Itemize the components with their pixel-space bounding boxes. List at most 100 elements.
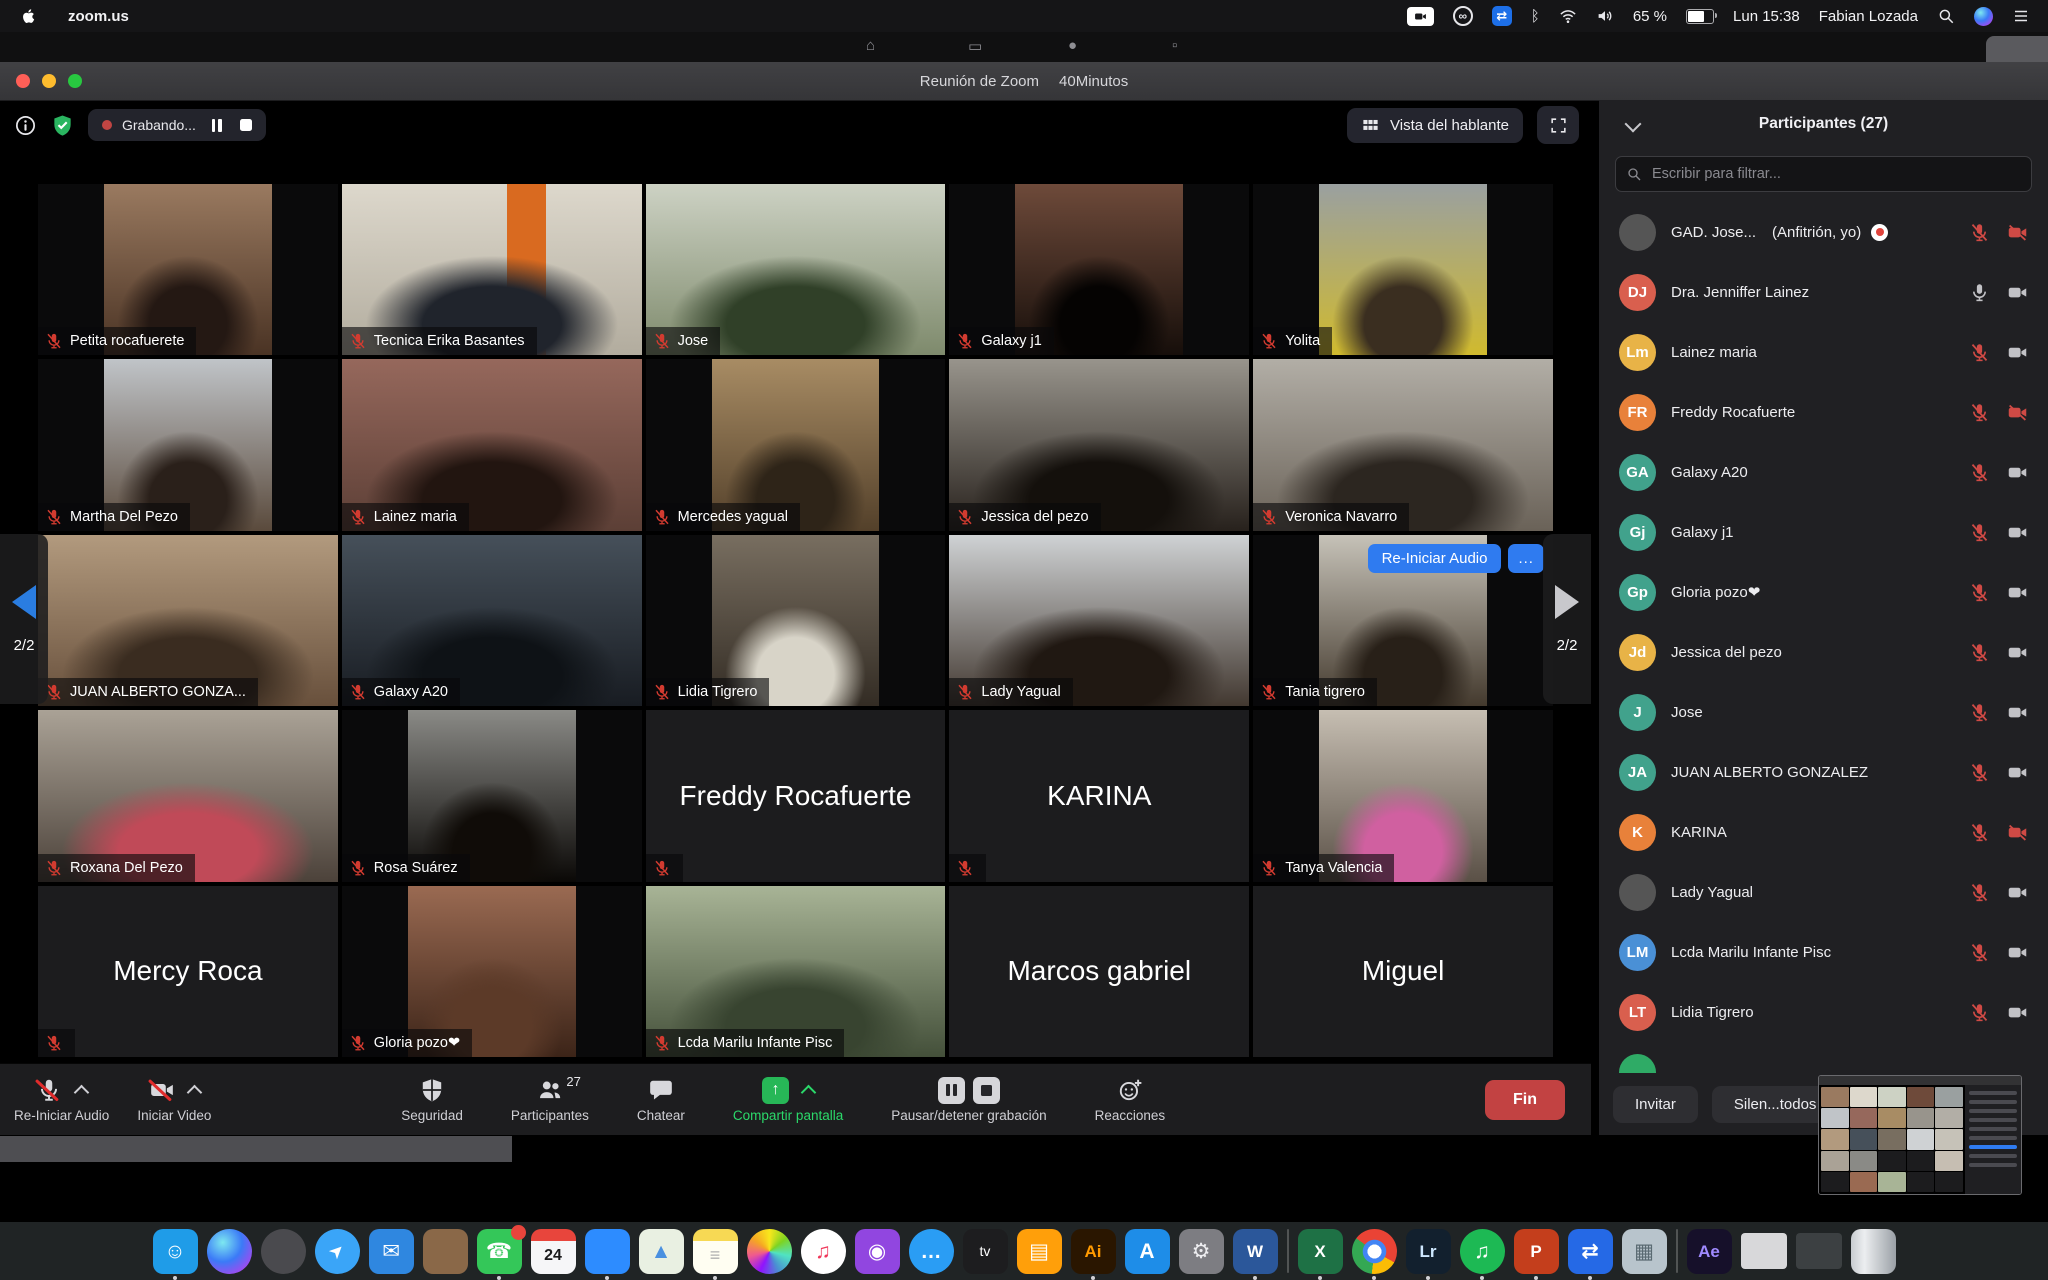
end-meeting-button[interactable]: Fin (1485, 1080, 1565, 1120)
dock-icon[interactable]: Lr (1406, 1229, 1451, 1274)
video-tile[interactable]: Gloria pozo❤ (342, 886, 642, 1057)
dock-icon[interactable]: Ae (1687, 1229, 1732, 1274)
video-tile[interactable]: Freddy Rocafuerte (646, 710, 946, 881)
video-tile[interactable]: Marcos gabriel (949, 886, 1249, 1057)
dock-icon[interactable]: ♫ (1460, 1229, 1505, 1274)
stop-recording-icon[interactable] (973, 1077, 1000, 1104)
menu-app-name[interactable]: zoom.us (68, 8, 129, 25)
video-tile[interactable]: Jessica del pezo (949, 359, 1249, 530)
speaker-view-button[interactable]: Vista del hablante (1347, 108, 1523, 143)
participant-row[interactable]: Gp Gloria pozo❤ (1599, 562, 2048, 622)
participant-row[interactable]: GAD. Jose... (Anfitrión, yo) (1599, 202, 2048, 262)
video-tile[interactable]: Galaxy j1 (949, 184, 1249, 355)
participant-row[interactable]: LM Lcda Marilu Infante Pisc (1599, 922, 2048, 982)
encryption-shield-icon[interactable] (51, 114, 74, 137)
pause-stop-recording-button[interactable]: Pausar/detener grabación (891, 1077, 1046, 1123)
participant-row[interactable]: Lm Lainez maria (1599, 322, 2048, 382)
participant-row[interactable]: Gj Galaxy j1 (1599, 502, 2048, 562)
participant-row[interactable]: Lady Yagual (1599, 862, 2048, 922)
dock-icon[interactable]: tv (963, 1229, 1008, 1274)
video-tile[interactable]: Galaxy A20 (342, 535, 642, 706)
participant-row[interactable]: LT Lidia Tigrero (1599, 982, 2048, 1042)
filter-input[interactable] (1650, 165, 2021, 183)
video-tile[interactable]: Miguel (1253, 886, 1553, 1057)
dock-icon[interactable]: ▤ (1017, 1229, 1062, 1274)
dock-icon[interactable]: Ai (1071, 1229, 1116, 1274)
picture-in-picture-preview[interactable] (1818, 1075, 2022, 1195)
dock-icon[interactable] (747, 1229, 792, 1274)
pause-recording-button[interactable] (212, 119, 222, 132)
adobe-cc-icon[interactable]: ∞ (1453, 6, 1473, 26)
participant-row[interactable]: JA JUAN ALBERTO GONZALEZ (1599, 742, 2048, 802)
video-tile[interactable]: Veronica Navarro (1253, 359, 1553, 530)
video-tile[interactable]: Tanya Valencia (1253, 710, 1553, 881)
reactions-button[interactable]: Reacciones (1095, 1077, 1166, 1123)
dock-icon[interactable]: ▦ (1622, 1229, 1667, 1274)
video-tile[interactable]: Lidia Tigrero (646, 535, 946, 706)
start-video-button[interactable]: Iniciar Video (137, 1077, 211, 1123)
dock-icon[interactable]: P (1514, 1229, 1559, 1274)
participant-row[interactable] (1599, 1042, 2048, 1073)
dock-icon[interactable] (207, 1229, 252, 1274)
wifi-icon[interactable] (1559, 7, 1577, 25)
share-screen-button[interactable]: ↑ Compartir pantalla (733, 1077, 843, 1123)
spotlight-search-icon[interactable] (1937, 7, 1955, 25)
participant-row[interactable]: DJ Dra. Jenniffer Lainez (1599, 262, 2048, 322)
dock-icon[interactable]: ✉ (369, 1229, 414, 1274)
video-tile[interactable]: Tania tigrero Re-Iniciar Audio ... (1253, 535, 1553, 706)
bluetooth-icon[interactable]: ᛒ (1531, 8, 1540, 25)
video-tile[interactable]: Lady Yagual (949, 535, 1249, 706)
share-options-chevron-icon[interactable] (801, 1084, 817, 1100)
dock-icon[interactable]: ▲ (639, 1229, 684, 1274)
previous-page-arrow-icon[interactable] (12, 585, 36, 619)
dock-icon[interactable] (1352, 1229, 1397, 1274)
participant-row[interactable]: Jd Jessica del pezo (1599, 622, 2048, 682)
apple-menu-icon[interactable] (18, 6, 38, 26)
invite-button[interactable]: Invitar (1613, 1086, 1698, 1123)
security-button[interactable]: Seguridad (401, 1077, 463, 1123)
dock-icon[interactable]: ➤ (315, 1229, 360, 1274)
next-page-arrow-icon[interactable] (1555, 585, 1579, 619)
dock-icon[interactable] (1287, 1229, 1289, 1273)
participant-row[interactable]: J Jose (1599, 682, 2048, 742)
dock-icon[interactable]: ☎ (477, 1229, 522, 1274)
video-options-chevron-icon[interactable] (187, 1084, 203, 1100)
previous-page-tab[interactable]: 2/2 (0, 534, 48, 704)
video-tile[interactable]: KARINA (949, 710, 1249, 881)
participants-button[interactable]: 27 Participantes (511, 1077, 589, 1123)
dock-icon[interactable]: ◉ (855, 1229, 900, 1274)
teamviewer-icon[interactable]: ⇄ (1492, 6, 1512, 26)
collapse-panel-chevron-icon[interactable] (1625, 116, 1642, 133)
dock-icon[interactable]: ⚙ (1179, 1229, 1224, 1274)
participant-row[interactable]: FR Freddy Rocafuerte (1599, 382, 2048, 442)
dock-icon[interactable]: ♫ (801, 1229, 846, 1274)
video-tile[interactable]: Tecnica Erika Basantes (342, 184, 642, 355)
dock-icon[interactable]: ⇄ (1568, 1229, 1613, 1274)
dock-icon[interactable] (1851, 1229, 1896, 1274)
video-tile[interactable]: Rosa Suárez (342, 710, 642, 881)
stop-recording-button[interactable] (240, 119, 252, 131)
audio-options-chevron-icon[interactable] (74, 1084, 90, 1100)
dock-icon[interactable] (1676, 1229, 1678, 1273)
ask-unmute-button[interactable]: Re-Iniciar Audio (1368, 544, 1502, 573)
chat-button[interactable]: Chatear (637, 1077, 685, 1123)
meeting-info-icon[interactable] (14, 114, 37, 137)
siri-icon[interactable] (1974, 7, 1993, 26)
video-tile[interactable]: JUAN ALBERTO GONZA... (38, 535, 338, 706)
participant-row[interactable]: K KARINA (1599, 802, 2048, 862)
volume-icon[interactable] (1596, 7, 1614, 25)
dock-icon[interactable]: A (1125, 1229, 1170, 1274)
video-tile[interactable]: Mercy Roca (38, 886, 338, 1057)
participant-row[interactable]: GA Galaxy A20 (1599, 442, 2048, 502)
menu-user-name[interactable]: Fabian Lozada (1819, 8, 1918, 25)
fullscreen-button[interactable] (1537, 106, 1579, 144)
video-tile[interactable]: Roxana Del Pezo (38, 710, 338, 881)
battery-icon[interactable] (1686, 9, 1714, 24)
video-tile[interactable]: Lcda Marilu Infante Pisc (646, 886, 946, 1057)
pause-recording-icon[interactable] (938, 1077, 965, 1104)
close-window-button[interactable] (16, 74, 30, 88)
video-tile[interactable]: Yolita (1253, 184, 1553, 355)
dock-icon[interactable] (585, 1229, 630, 1274)
video-tile[interactable]: Petita rocafuerete (38, 184, 338, 355)
video-tile[interactable]: Jose (646, 184, 946, 355)
